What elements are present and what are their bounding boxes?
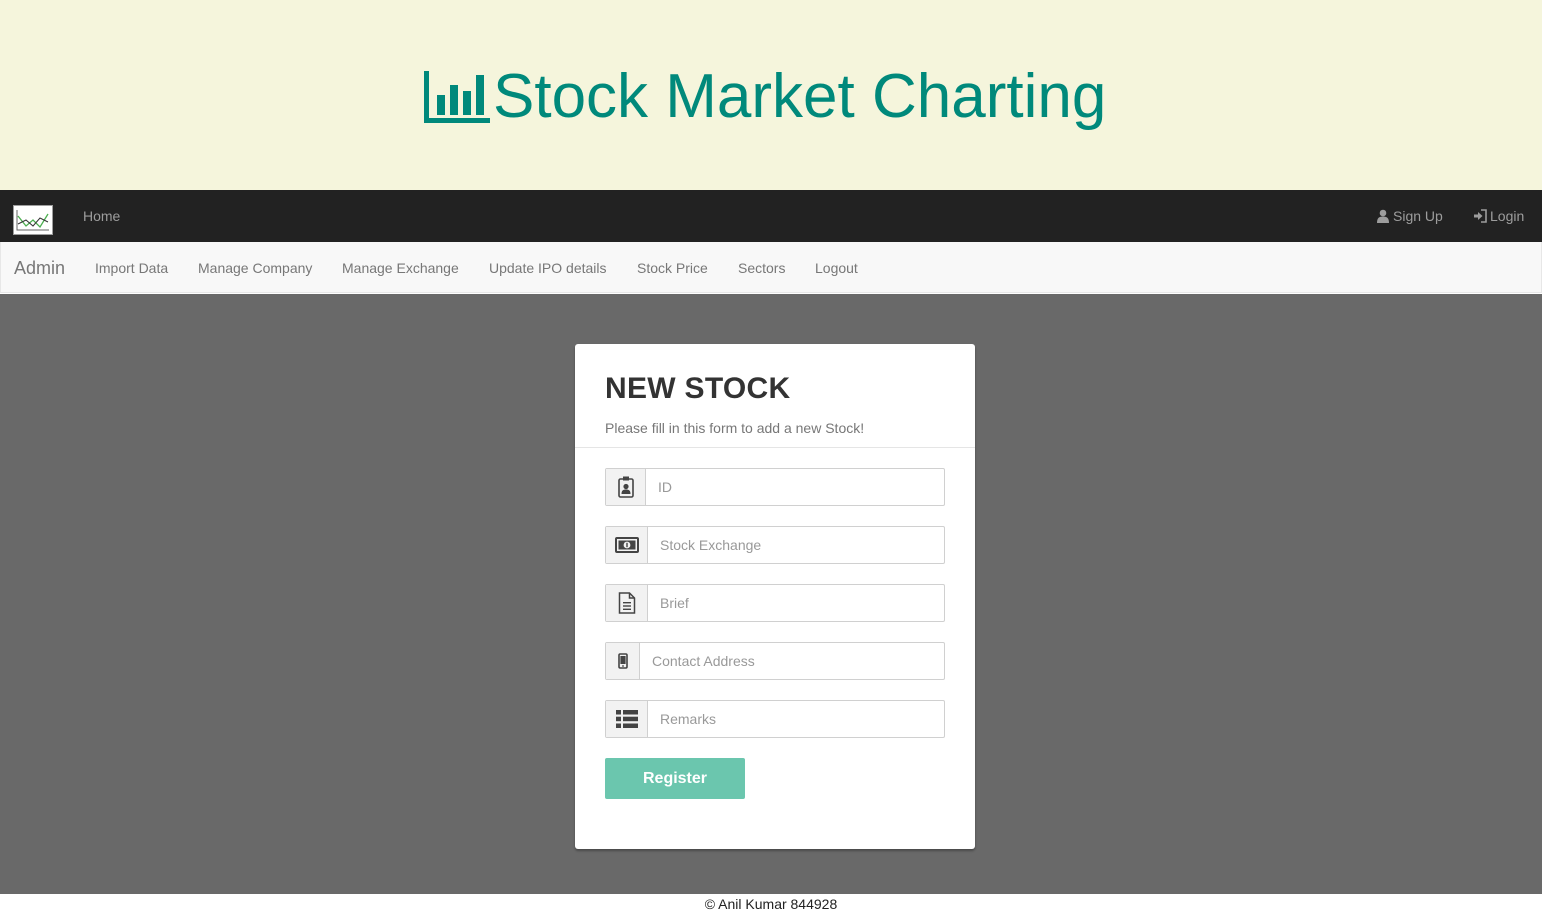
login-icon xyxy=(1473,192,1487,244)
register-button[interactable]: Register xyxy=(605,758,745,799)
contact-address-field-group xyxy=(605,642,945,680)
menu-sectors[interactable]: Sectors xyxy=(738,242,785,292)
menu-manage-exchange[interactable]: Manage Exchange xyxy=(342,242,459,292)
id-input[interactable] xyxy=(646,469,944,505)
menu-logout[interactable]: Logout xyxy=(815,242,858,292)
top-navbar: Home Sign Up Login xyxy=(0,190,1542,242)
menu-stock-price[interactable]: Stock Price xyxy=(637,242,708,292)
remarks-input[interactable] xyxy=(648,701,944,737)
user-icon xyxy=(1376,192,1390,244)
nav-home[interactable]: Home xyxy=(83,190,120,242)
footer: © Anil Kumar 844928 xyxy=(0,894,1542,923)
id-badge-icon xyxy=(606,469,646,505)
nav-login[interactable]: Login xyxy=(1473,190,1524,242)
remarks-field-group xyxy=(605,700,945,738)
admin-navbar: Admin Import Data Manage Company Manage … xyxy=(0,242,1542,293)
menu-manage-company[interactable]: Manage Company xyxy=(198,242,312,292)
menu-update-ipo[interactable]: Update IPO details xyxy=(489,242,607,292)
money-bill-icon xyxy=(606,527,648,563)
site-title-text: Stock Market Charting xyxy=(493,62,1107,131)
contact-address-input[interactable] xyxy=(640,643,944,679)
admin-brand[interactable]: Admin xyxy=(14,242,65,292)
site-title: Stock Market Charting xyxy=(422,62,1106,132)
header-banner: Stock Market Charting xyxy=(0,0,1542,190)
stock-exchange-input[interactable] xyxy=(648,527,944,563)
list-icon xyxy=(606,701,648,737)
stock-exchange-field-group xyxy=(605,526,945,564)
mobile-phone-icon xyxy=(606,643,640,679)
login-label: Login xyxy=(1490,208,1525,224)
stock-chart-logo[interactable] xyxy=(13,205,53,235)
form-divider xyxy=(575,447,975,448)
sign-up-label: Sign Up xyxy=(1393,208,1443,224)
menu-import-data[interactable]: Import Data xyxy=(95,242,168,292)
brief-input[interactable] xyxy=(648,585,944,621)
brief-field-group xyxy=(605,584,945,622)
nav-sign-up[interactable]: Sign Up xyxy=(1376,190,1443,242)
form-title: NEW STOCK xyxy=(605,372,791,405)
new-stock-form: NEW STOCK Please fill in this form to ad… xyxy=(575,344,975,849)
copyright-text: © Anil Kumar 844928 xyxy=(704,896,838,912)
document-icon xyxy=(606,585,648,621)
bar-chart-icon xyxy=(422,69,492,125)
form-subtitle: Please fill in this form to add a new St… xyxy=(605,420,865,436)
id-field-group xyxy=(605,468,945,506)
